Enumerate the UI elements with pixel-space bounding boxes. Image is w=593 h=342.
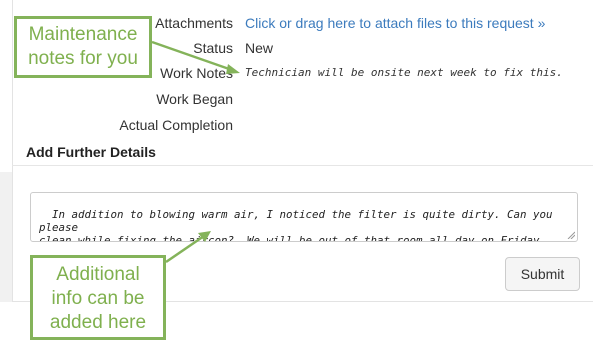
add-further-details-heading: Add Further Details	[26, 144, 156, 160]
submit-button[interactable]: Submit	[505, 257, 580, 291]
maintenance-notes-callout: Maintenance notes for you	[14, 16, 152, 78]
resize-grip-icon[interactable]	[567, 231, 575, 239]
additional-info-callout: Additional info can be added here	[30, 255, 166, 340]
field-label-work-began: Work Began	[156, 91, 233, 107]
callout-line: added here	[49, 312, 147, 333]
work-notes-value: Technician will be onsite next week to f…	[245, 66, 563, 79]
further-details-textarea[interactable]: In addition to blowing warm air, I notic…	[30, 192, 578, 242]
section-divider	[12, 165, 593, 166]
status-value: New	[245, 40, 274, 56]
callout-line: Maintenance	[28, 24, 138, 45]
callout-line: notes for you	[28, 48, 138, 69]
field-label-actual-completion: Actual Completion	[119, 117, 233, 133]
attach-files-link[interactable]: Click or drag here to attach files to th…	[245, 12, 545, 34]
further-details-text: In addition to blowing warm air, I notic…	[39, 208, 553, 242]
callout-line: info can be	[51, 288, 145, 309]
callout-line: Additional	[56, 264, 140, 285]
